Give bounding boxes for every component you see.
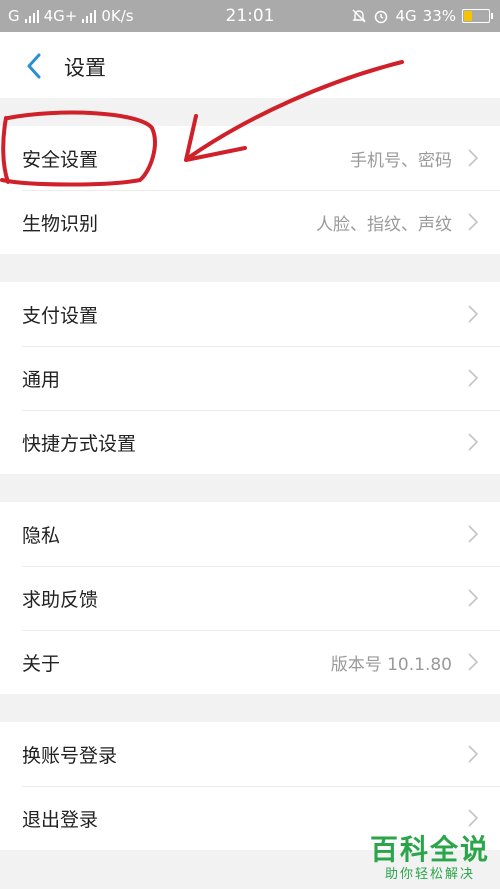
settings-row-label: 通用 [22, 368, 61, 391]
settings-row-label: 生物识别 [22, 212, 99, 235]
chevron-right-icon [468, 809, 478, 827]
settings-row-label: 隐私 [22, 524, 61, 547]
settings-row-value: 人脸、指纹、声纹 [316, 214, 452, 235]
chevron-right-icon [468, 433, 478, 451]
settings-row[interactable]: 通用 [0, 346, 500, 410]
settings-row[interactable]: 换账号登录 [0, 722, 500, 786]
settings-group: 隐私求助反馈关于 版本号 10.1.80 [0, 502, 500, 694]
settings-row[interactable]: 快捷方式设置 [0, 410, 500, 474]
network-type-right: 4G [395, 7, 417, 25]
chevron-right-icon [468, 213, 478, 231]
alarm-icon [375, 10, 388, 24]
settings-row-label: 关于 [22, 652, 61, 675]
settings-row[interactable]: 安全设置 手机号、密码 [0, 126, 500, 190]
page-title: 设置 [64, 56, 106, 80]
settings-group: 安全设置 手机号、密码生物识别 人脸、指纹、声纹 [0, 126, 500, 254]
settings-row[interactable]: 生物识别 人脸、指纹、声纹 [0, 190, 500, 254]
settings-row[interactable]: 隐私 [0, 502, 500, 566]
chevron-right-icon [468, 369, 478, 387]
battery-icon [462, 9, 493, 23]
watermark-title: 百科全说 [369, 833, 490, 866]
battery-percent: 33% [422, 7, 456, 25]
watermark-subtitle: 助你轻松解决 [384, 867, 475, 882]
status-right: 4G 33% [351, 7, 493, 25]
chevron-right-icon [468, 653, 478, 671]
settings-group: 换账号登录 退出登录 [0, 722, 500, 850]
settings-row-label: 求助反馈 [22, 588, 99, 611]
chevron-right-icon [468, 305, 478, 323]
settings-row[interactable]: 支付设置 [0, 282, 500, 346]
settings-row-label: 退出登录 [22, 808, 99, 831]
settings-group: 支付设置通用快捷方式设置 [0, 282, 500, 474]
settings-row-label: 安全设置 [22, 148, 99, 171]
chevron-right-icon [468, 149, 478, 167]
settings-row-value: 版本号 10.1.80 [330, 654, 452, 675]
chevron-right-icon [468, 589, 478, 607]
status-bar: G 4G+ 0K/s 21:01 4G 33% [0, 0, 500, 32]
settings-row[interactable]: 求助反馈 [0, 566, 500, 630]
settings-row-label: 支付设置 [22, 304, 99, 327]
settings-row-label: 换账号登录 [22, 744, 118, 767]
mute-bell-icon [352, 9, 367, 23]
watermark-logo: 百科全说 助你轻松解决 [370, 833, 490, 883]
settings-row-value: 手机号、密码 [350, 150, 452, 171]
chevron-right-icon [468, 525, 478, 543]
back-icon[interactable] [26, 53, 42, 79]
chevron-right-icon [468, 745, 478, 763]
header-bar: 设置 [0, 32, 500, 98]
settings-row[interactable]: 关于 版本号 10.1.80 [0, 630, 500, 694]
settings-row-label: 快捷方式设置 [22, 432, 137, 455]
